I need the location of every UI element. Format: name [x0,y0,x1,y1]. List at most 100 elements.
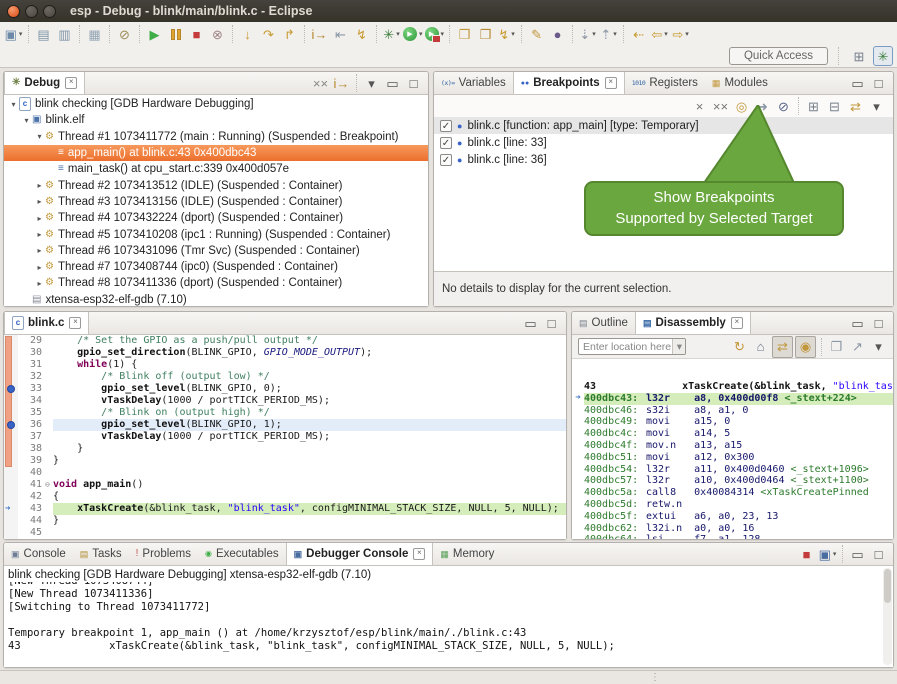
disassembly-row[interactable]: 400dbc64:lsi f7, a1, 128 [572,534,893,539]
dropdown-arrow-icon[interactable]: ▾ [19,31,23,38]
disassembly-row[interactable]: 400dbc57:l32r a10, 0x400d0464 <_stext+11… [572,475,893,487]
breakpoint-row[interactable]: ✓●blink.c [function: app_main] [type: Te… [434,117,893,134]
instruction-stepping-mode-button[interactable]: i→ [332,73,351,93]
next-annotation-button[interactable]: ⇣▾ [578,24,597,44]
tab-modules[interactable]: ▦Modules [705,72,775,94]
tab-problems[interactable]: !Problems [129,543,198,565]
view-menu-button[interactable]: ▾ [867,96,886,116]
copy-button[interactable]: ❐ [827,337,846,357]
dropdown-arrow-icon[interactable]: ▾ [396,31,400,38]
step-return-button[interactable]: ↱ [280,24,299,44]
breakpoint-checkbox[interactable]: ✓ [440,137,452,149]
step-into-button[interactable]: ↓ [238,24,257,44]
code-line[interactable]: 42{ [18,491,566,503]
window-maximize-button[interactable] [43,5,56,18]
resume-button[interactable]: ▶ [145,24,164,44]
debug-perspective-button[interactable]: ✳ [873,46,893,66]
minimize-button[interactable]: ▭ [848,544,867,564]
collapse-all-button[interactable]: ⊟ [825,96,844,116]
tab-variables[interactable]: (x)=Variables [434,72,513,94]
window-minimize-button[interactable] [25,5,38,18]
console-scrollbar[interactable] [883,568,892,665]
disassembly-row[interactable]: ➜400dbc43:l32r a8, 0x400d00f8 <_stext+22… [572,393,893,405]
open-perspective-button[interactable]: ⊞ [849,46,869,66]
disconnect-button[interactable]: ⊗ [208,24,227,44]
back-button[interactable]: ⇦▾ [650,24,669,44]
tab-disassembly[interactable]: ▤Disassembly× [635,312,751,334]
tree-expand-icon[interactable]: ▾ [34,132,45,141]
tab-blink-c[interactable]: cblink.c× [4,312,89,334]
disassembly-row[interactable]: 43 xTaskCreate(&blink_task, "blink_tas [572,381,893,393]
run-button[interactable]: ▶▾ [403,24,423,44]
code-line[interactable]: 29 /* Set the GPIO as a push/pull output… [18,335,566,347]
last-edit-location-button[interactable]: ⇠ [629,24,648,44]
track-expression-button[interactable]: ◉ [795,336,816,358]
refresh-button[interactable]: ↻ [730,337,749,357]
editor-annotation-ruler[interactable]: ➜ [4,335,18,539]
build-button[interactable]: ▦ [85,24,104,44]
tab-tasks[interactable]: ▤Tasks [73,543,129,565]
disassembly-row[interactable]: 400dbc4f:mov.n a13, a15 [572,440,893,452]
tree-expand-icon[interactable]: ▸ [34,279,45,288]
breakpoint-row[interactable]: ✓●blink.c [line: 36] [434,151,893,168]
instruction-stepping-button[interactable]: i→ [310,24,329,44]
tab-executables[interactable]: ◉Executables [198,543,286,565]
code-line[interactable]: 38 } [18,443,566,455]
code-line[interactable]: 41⊖void app_main() [18,479,566,491]
tree-expand-icon[interactable]: ▾ [21,116,32,125]
tab-debug[interactable]: ✳Debug× [4,72,85,94]
dropdown-arrow-icon[interactable]: ▾ [613,31,617,38]
location-dropdown-icon[interactable]: ▾ [672,339,685,354]
maximize-button[interactable]: □ [869,313,888,333]
external-tools-button[interactable]: ▶▾ [425,24,445,44]
debug-tree-row[interactable]: ≡app_main() at blink.c:43 0x400dbc43 [4,145,428,161]
dropdown-arrow-icon[interactable]: ▾ [664,31,668,38]
disassembly-row[interactable]: 400dbc5d:retw.n [572,499,893,511]
close-tab-icon[interactable]: × [731,317,743,329]
tree-expand-icon[interactable]: ▸ [34,263,45,272]
debug-tree-row[interactable]: ▸⚙Thread #8 1073411336 (dport) (Suspende… [4,275,428,291]
forward-button[interactable]: ⇨▾ [671,24,690,44]
debug-tree-row[interactable]: ▸⚙Thread #7 1073408744 (ipc0) (Suspended… [4,259,428,275]
minimize-button[interactable]: ▭ [383,73,402,93]
tab-debugger-console[interactable]: ▣Debugger Console× [286,543,434,565]
code-line[interactable]: 34 vTaskDelay(1000 / portTICK_PERIOD_MS)… [18,395,566,407]
close-tab-icon[interactable]: × [605,77,617,89]
location-input[interactable]: Enter location here ▾ [578,338,686,355]
breakpoint-marker-icon[interactable] [7,385,15,393]
debug-tree-row[interactable]: ▤xtensa-esp32-elf-gdb (7.10) [4,292,428,306]
new-wizard-button[interactable]: ▣▾ [4,24,23,44]
minimize-button[interactable]: ▭ [521,313,540,333]
remove-all-terminated-button[interactable]: ×× [311,73,330,93]
tree-expand-icon[interactable]: ▸ [34,230,45,239]
minimize-button[interactable]: ▭ [848,313,867,333]
console-content[interactable]: blink checking [GDB Hardware Debugging] … [4,566,893,667]
dropdown-arrow-icon[interactable]: ▾ [592,31,596,38]
link-with-debug-view-button[interactable]: ⇄ [846,96,865,116]
minimize-button[interactable]: ▭ [848,73,867,93]
quick-access-button[interactable]: Quick Access [729,47,828,65]
code-line[interactable]: 36 gpio_set_level(BLINK_GPIO, 1); [18,419,566,431]
maximize-button[interactable]: □ [869,73,888,93]
editor-content[interactable]: ➜ 29 /* Set the GPIO as a push/pull outp… [4,335,566,539]
dropdown-arrow-icon[interactable]: ▾ [833,551,837,558]
breakpoint-checkbox[interactable]: ✓ [440,120,452,132]
breakpoint-marker-icon[interactable] [7,421,15,429]
code-line[interactable]: 32 /* Blink off (output low) */ [18,371,566,383]
show-source-button[interactable]: ⇄ [772,336,793,358]
maximize-button[interactable]: □ [404,73,423,93]
step-over-button[interactable]: ↷ [259,24,278,44]
debug-tree-row[interactable]: ▸⚙Thread #4 1073432224 (dport) (Suspende… [4,210,428,226]
suspend-button[interactable] [166,24,185,44]
code-line[interactable]: 35 /* Blink on (output high) */ [18,407,566,419]
skip-all-breakpoints-button[interactable]: ⊘ [115,24,134,44]
code-line[interactable]: 31 while(1) { [18,359,566,371]
debug-tree-row[interactable]: ▾⚙Thread #1 1073411772 (main : Running) … [4,129,428,145]
console-scrollbar-thumb[interactable] [884,569,891,603]
tree-expand-icon[interactable]: ▸ [34,246,45,255]
window-close-button[interactable] [7,5,20,18]
disassembly-row[interactable]: 400dbc49:movi a15, 0 [572,416,893,428]
tree-expand-icon[interactable]: ▸ [34,181,45,190]
code-line[interactable]: 33 gpio_set_level(BLINK_GPIO, 0); [18,383,566,395]
expand-all-button[interactable]: ⊞ [804,96,823,116]
